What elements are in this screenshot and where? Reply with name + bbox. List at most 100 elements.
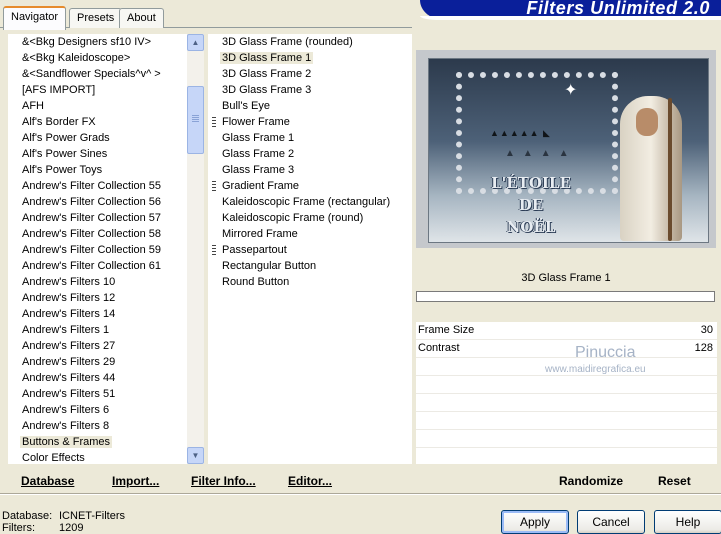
- filter-item[interactable]: Rectangular Button: [208, 258, 412, 274]
- filter-item[interactable]: Kaleidoscopic Frame (rectangular): [208, 194, 412, 210]
- editor-button[interactable]: Editor...: [288, 474, 332, 488]
- category-item[interactable]: &<Sandflower Specials^v^ >: [8, 66, 187, 82]
- category-item[interactable]: Andrew's Filters 1: [8, 322, 187, 338]
- category-item[interactable]: Andrew's Filters 12: [8, 290, 187, 306]
- category-item[interactable]: [AFS IMPORT]: [8, 82, 187, 98]
- param-empty-row: [416, 430, 717, 448]
- category-item[interactable]: Alf's Border FX: [8, 114, 187, 130]
- cancel-button[interactable]: Cancel: [577, 510, 645, 534]
- category-item[interactable]: Alf's Power Toys: [8, 162, 187, 178]
- category-item-label: Andrew's Filter Collection 58: [22, 228, 162, 240]
- category-item[interactable]: Andrew's Filters 14: [8, 306, 187, 322]
- filter-item-label: Kaleidoscopic Frame (rectangular): [222, 196, 391, 208]
- database-button[interactable]: Database: [21, 474, 74, 488]
- category-list[interactable]: &<Bkg Designers sf10 IV> &<Bkg Kaleidosco…: [8, 34, 187, 464]
- category-item[interactable]: Andrew's Filter Collection 56: [8, 194, 187, 210]
- help-button[interactable]: Help: [654, 510, 721, 534]
- category-scrollbar[interactable]: ▲ ▼: [187, 34, 204, 464]
- category-item[interactable]: Andrew's Filters 44: [8, 370, 187, 386]
- filter-item[interactable]: Mirrored Frame: [208, 226, 412, 242]
- filter-item-label: Glass Frame 2: [222, 148, 295, 160]
- filter-item[interactable]: 3D Glass Frame 3: [208, 82, 412, 98]
- category-item-label: Buttons & Frames: [20, 436, 113, 448]
- filter-item-label: Bull's Eye: [222, 100, 270, 112]
- filter-item[interactable]: Flower Frame: [208, 114, 412, 130]
- app-title: Filters Unlimited 2.0: [526, 0, 710, 18]
- tab-about[interactable]: About: [119, 8, 164, 28]
- toolbar-divider: [0, 494, 721, 495]
- reset-button[interactable]: Reset: [658, 474, 691, 488]
- category-item[interactable]: Andrew's Filters 29: [8, 354, 187, 370]
- param-empty-row: [416, 412, 717, 430]
- category-item-label: Alf's Border FX: [22, 116, 96, 128]
- param-frame-size[interactable]: Frame Size 30: [416, 322, 717, 340]
- apply-button[interactable]: Apply: [501, 510, 569, 534]
- category-item[interactable]: Andrew's Filter Collection 61: [8, 258, 187, 274]
- category-item-label: Andrew's Filters 44: [22, 372, 116, 384]
- filter-item[interactable]: Gradient Frame: [208, 178, 412, 194]
- filter-item-label: Passepartout: [222, 244, 287, 256]
- param-value: 30: [700, 324, 713, 336]
- import-button[interactable]: Import...: [112, 474, 159, 488]
- filter-item[interactable]: 3D Glass Frame 2: [208, 66, 412, 82]
- category-item[interactable]: Andrew's Filter Collection 59: [8, 242, 187, 258]
- parameter-panel: Frame Size 30 Contrast 128: [416, 322, 717, 466]
- category-item-label: Andrew's Filters 27: [22, 340, 116, 352]
- category-item-label: Andrew's Filters 1: [22, 324, 110, 336]
- sleigh-silhouette: ▲▲▲▲▲ ◣: [490, 128, 551, 138]
- filter-info-button[interactable]: Filter Info...: [191, 474, 256, 488]
- category-item[interactable]: Andrew's Filters 27: [8, 338, 187, 354]
- filter-item-label: Round Button: [222, 276, 290, 288]
- filter-item-label: 3D Glass Frame (rounded): [222, 36, 353, 48]
- category-item[interactable]: Andrew's Filters 51: [8, 386, 187, 402]
- category-item[interactable]: Andrew's Filter Collection 55: [8, 178, 187, 194]
- filter-item-label: 3D Glass Frame 2: [222, 68, 312, 80]
- scroll-down-button[interactable]: ▼: [187, 447, 204, 464]
- category-item-label: Alf's Power Sines: [22, 148, 108, 160]
- param-empty-row: [416, 394, 717, 412]
- param-contrast[interactable]: Contrast 128: [416, 340, 717, 358]
- category-item-label: Alf's Power Toys: [22, 164, 103, 176]
- category-item[interactable]: AFH: [8, 98, 187, 114]
- category-item-label: Andrew's Filters 10: [22, 276, 116, 288]
- filter-item[interactable]: Passepartout: [208, 242, 412, 258]
- filter-item[interactable]: Kaleidoscopic Frame (round): [208, 210, 412, 226]
- group-marker-icon: [212, 117, 216, 127]
- tab-navigator[interactable]: Navigator: [3, 6, 67, 30]
- category-item[interactable]: Andrew's Filter Collection 57: [8, 210, 187, 226]
- randomize-button[interactable]: Randomize: [559, 474, 623, 488]
- filter-item[interactable]: Glass Frame 1: [208, 130, 412, 146]
- param-label: Frame Size: [418, 324, 475, 336]
- title-banner: Filters Unlimited 2.0: [420, 0, 721, 20]
- progress-bar: [416, 291, 715, 302]
- filter-item[interactable]: Round Button: [208, 274, 412, 290]
- filter-item[interactable]: 3D Glass Frame 1: [208, 50, 412, 66]
- filter-item[interactable]: Glass Frame 2: [208, 146, 412, 162]
- category-item[interactable]: Andrew's Filter Collection 58: [8, 226, 187, 242]
- category-item[interactable]: Alf's Power Sines: [8, 146, 187, 162]
- filter-item[interactable]: 3D Glass Frame (rounded): [208, 34, 412, 50]
- filter-item[interactable]: Glass Frame 3: [208, 162, 412, 178]
- category-item[interactable]: Andrew's Filters 8: [8, 418, 187, 434]
- trees-silhouette: ▲▲▲▲: [505, 148, 577, 159]
- filter-item[interactable]: Bull's Eye: [208, 98, 412, 114]
- category-item[interactable]: Buttons & Frames: [8, 434, 187, 450]
- watermark-url: www.maidiregrafica.eu: [545, 364, 646, 375]
- category-item[interactable]: Andrew's Filters 10: [8, 274, 187, 290]
- category-item[interactable]: Andrew's Filters 6: [8, 402, 187, 418]
- category-item-label: Andrew's Filter Collection 55: [22, 180, 162, 192]
- category-item-label: Andrew's Filters 29: [22, 356, 116, 368]
- scroll-thumb[interactable]: [187, 86, 204, 154]
- status-filters: Filters: 1209: [2, 522, 84, 534]
- category-item[interactable]: Alf's Power Grads: [8, 130, 187, 146]
- filter-item-label: Mirrored Frame: [222, 228, 298, 240]
- category-item-label: &<Sandflower Specials^v^ >: [22, 68, 161, 80]
- category-item[interactable]: &<Bkg Designers sf10 IV>: [8, 34, 187, 50]
- scroll-up-button[interactable]: ▲: [187, 34, 204, 51]
- param-label: Contrast: [418, 342, 460, 354]
- filter-list[interactable]: 3D Glass Frame (rounded) 3D Glass Frame 1…: [208, 34, 412, 464]
- category-item[interactable]: &<Bkg Kaleidoscope>: [8, 50, 187, 66]
- tab-presets[interactable]: Presets: [69, 8, 123, 28]
- category-item[interactable]: Color Effects: [8, 450, 187, 464]
- filter-item-label: Glass Frame 3: [222, 164, 295, 176]
